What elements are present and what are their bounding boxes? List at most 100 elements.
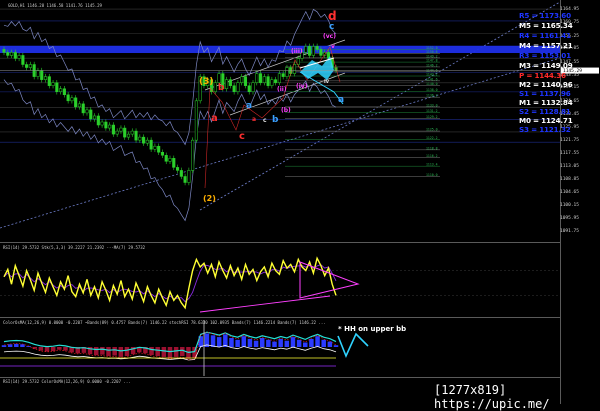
candle-body (134, 130, 138, 141)
chart-canvas: 1152.01150.61149.21147.81146.21144.61143… (0, 0, 600, 404)
candle-body (59, 88, 63, 92)
candle-body (262, 76, 266, 83)
candle-body (47, 76, 51, 86)
wave-label-2: (2) (203, 194, 216, 203)
fib-level-label: 1146.2 (426, 63, 438, 67)
candle-body (308, 46, 312, 56)
candle-body (187, 170, 191, 183)
candle-body (160, 152, 165, 156)
candle-body (311, 46, 315, 56)
wave-label-vc: (vc) (323, 33, 336, 40)
candle-body (232, 85, 236, 92)
fib-level-label: 1147.8 (426, 59, 438, 63)
wave-label-a-small: a (252, 116, 257, 123)
candle-body (240, 76, 244, 83)
candle-body (145, 139, 149, 144)
candle-body (40, 70, 44, 80)
candle-body (89, 109, 93, 120)
watermark: [1277x819] https://upic.me/ (434, 383, 550, 411)
price-tick-label: 1100.15 (560, 203, 579, 209)
price-tick-label: 1095.95 (560, 215, 579, 221)
candle-body (85, 109, 89, 114)
price-tick-label: 1113.05 (560, 164, 579, 170)
candle-body (281, 73, 285, 77)
fib-level-label: 1138.0 (426, 88, 438, 92)
candle-body (236, 82, 240, 92)
candle-body (172, 158, 176, 168)
level-m4: M4 = 1157.21 (519, 41, 573, 50)
candle-body (100, 121, 104, 126)
candle-body (74, 97, 78, 108)
fib-level-label: 1110.0 (426, 173, 438, 177)
fib-level-label: 1136.2 (426, 94, 438, 98)
fib-level-label: 1122.2 (426, 136, 438, 140)
price-tick-label: 1108.85 (560, 176, 579, 182)
wave-label-b-blue: b (272, 115, 279, 125)
price-tick-label: 1121.75 (560, 137, 579, 143)
candle-body (292, 64, 297, 74)
candle-body (62, 88, 66, 96)
main-panel-header: GOLD,H1 1146.28 1146.58 1141.76 1145.29 (8, 3, 102, 8)
wave-label-c-red: c (239, 131, 245, 142)
candle-body (17, 55, 21, 59)
bottom-panel-header: RSI(14) 29.5732 ColorOsMA(12,26,9) 0.000… (3, 379, 131, 384)
candle-body (142, 136, 146, 144)
level-r5: R5 = 1173.60 (519, 11, 571, 20)
candle-body (70, 97, 74, 102)
level-s1: S1 = 1137.96 (519, 89, 571, 98)
wave-label-c: c (329, 22, 335, 32)
oscillator-panel-header: ColorOsMA(12,26,9) 0.0000 -0.2207 ~Bands… (3, 320, 326, 325)
hh-annotation: * HH on upper bb (338, 325, 407, 333)
candle-body (115, 130, 119, 135)
candle-body (77, 103, 82, 108)
wave-label-b-red: b (218, 83, 225, 93)
candle-body (194, 100, 198, 141)
candle-body (51, 82, 55, 86)
rsi-panel-header: RSI(14) 29.5732 Stk(5,3,3) 39.2227 21.23… (3, 245, 146, 250)
candle-body (164, 155, 168, 162)
level-s3: S3 = 1121.32 (519, 125, 571, 134)
candle-body (130, 130, 134, 135)
candle-body (81, 103, 85, 114)
candle-body (119, 127, 123, 132)
candle-body (108, 124, 112, 129)
fib-level-label: 1141.6 (426, 77, 438, 81)
candle-body (243, 76, 248, 86)
fib-level-label: 1143.2 (426, 73, 438, 77)
candle-body (258, 73, 263, 83)
wave-label-iv-small: iv (324, 79, 329, 85)
fib-level-label: 1133.0 (426, 103, 438, 107)
level-m0: M0 = 1124.71 (519, 116, 573, 125)
candle-body (183, 176, 187, 183)
candle-body (191, 139, 195, 171)
level-m1: M1 = 1132.84 (519, 98, 573, 107)
candle-body (175, 167, 180, 171)
candle-body (96, 115, 100, 126)
candle-body (104, 121, 108, 129)
price-tick-label: 1117.55 (560, 150, 579, 156)
candle-body (9, 52, 14, 56)
fib-level-label: 1113.4 (426, 163, 438, 167)
candle-body (153, 145, 157, 150)
candle-body (13, 52, 17, 59)
candle-body (228, 79, 232, 86)
wave-label-iv: (iv) (296, 83, 308, 90)
wave-label-a-blue: a (246, 101, 253, 111)
candle-body (255, 73, 259, 83)
wave-label-d: d (328, 9, 337, 23)
wave-label-a-right: a (338, 95, 345, 105)
fib-level-label: 1125.0 (426, 128, 438, 132)
candle-body (123, 127, 127, 138)
candle-body (266, 76, 270, 86)
candle-body (36, 70, 40, 77)
wave-label-iii: (iii) (291, 48, 303, 55)
candle-body (247, 85, 251, 92)
candle-body (270, 79, 274, 86)
candle-body (168, 158, 172, 162)
level-r3: R3 = 1153.01 (519, 51, 571, 60)
price-tick-label: 1104.65 (560, 189, 579, 195)
candle-body (25, 64, 29, 68)
level-m2: M2 = 1140.96 (519, 80, 573, 89)
fib-level-label: 1140.0 (426, 82, 438, 86)
level-m3: M3 = 1149.09 (519, 61, 573, 70)
